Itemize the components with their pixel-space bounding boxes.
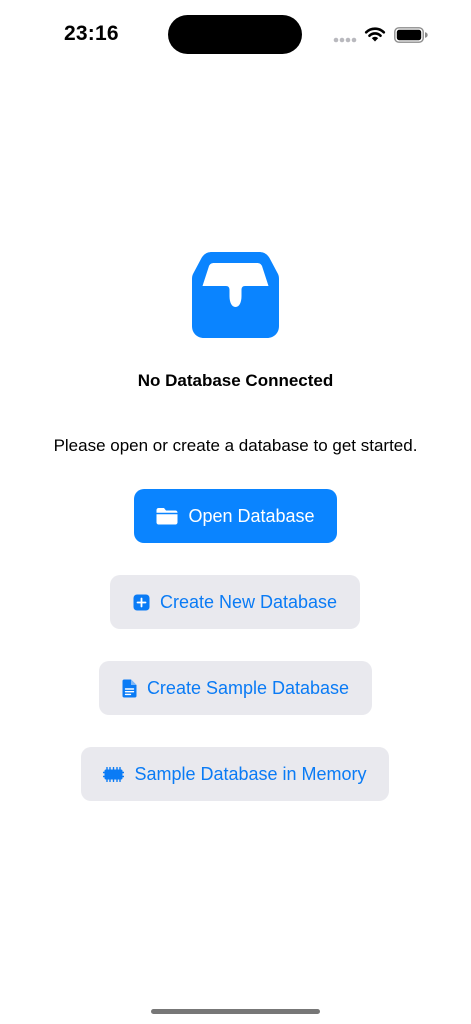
document-icon [122, 679, 137, 698]
status-time: 23:16 [64, 22, 119, 45]
create-sample-database-button[interactable]: Create Sample Database [99, 661, 372, 715]
create-sample-database-label: Create Sample Database [146, 677, 350, 698]
sample-database-in-memory-button[interactable]: Sample Database in Memory [81, 747, 389, 801]
tray-icon [192, 252, 279, 338]
empty-state-message: Please open or create a database to get … [53, 436, 418, 455]
open-database-label: Open Database [188, 505, 315, 526]
battery-icon [394, 27, 428, 43]
open-database-button[interactable]: Open Database [134, 489, 337, 543]
sample-database-in-memory-label: Sample Database in Memory [134, 763, 367, 784]
create-new-database-button[interactable]: Create New Database [110, 575, 360, 629]
empty-state-title: No Database Connected [137, 371, 334, 390]
home-indicator[interactable] [151, 1009, 320, 1014]
create-new-database-label: Create New Database [159, 591, 338, 612]
plus-square-icon [133, 594, 150, 611]
cellular-dots-icon [333, 37, 357, 43]
memory-chip-icon [103, 766, 125, 782]
wifi-icon [364, 27, 386, 42]
screen: 23:16 No Database Connected Please open … [0, 0, 471, 1024]
dynamic-island [168, 15, 302, 54]
folder-icon [156, 507, 178, 525]
